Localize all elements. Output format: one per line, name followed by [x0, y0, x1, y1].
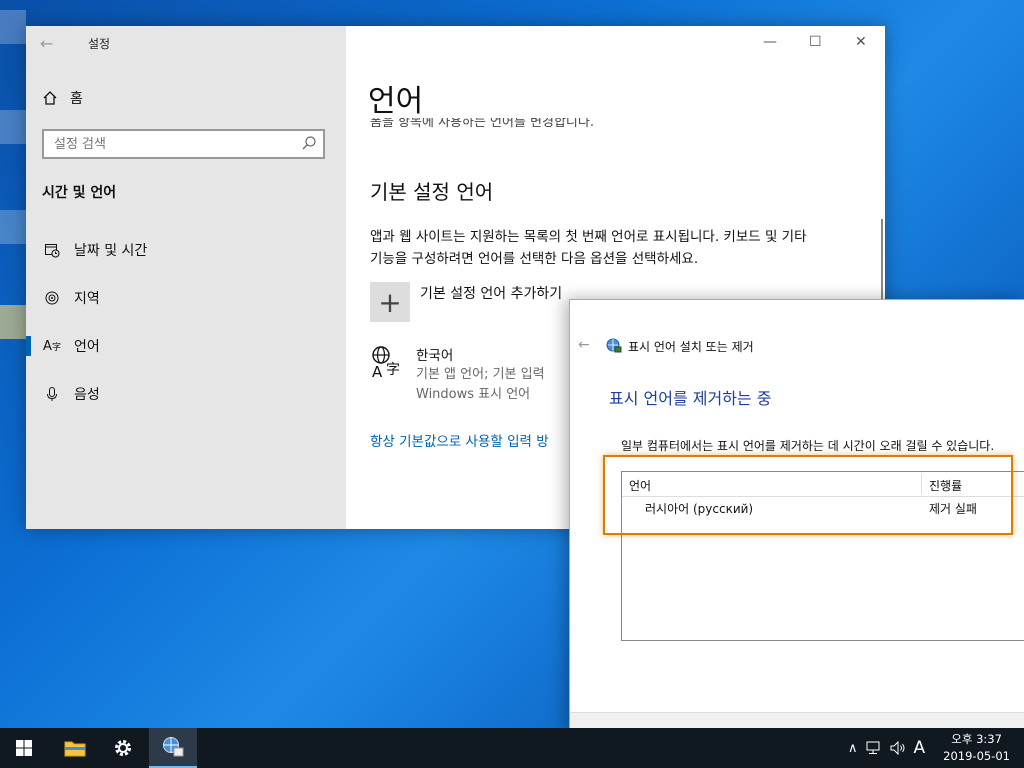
gear-icon [115, 740, 131, 756]
calendar-clock-icon [42, 240, 62, 260]
close-icon[interactable]: ✕ [855, 34, 867, 50]
system-tray: ∧ A [848, 728, 925, 768]
section-title: 시간 및 언어 [42, 185, 117, 201]
network-icon[interactable] [866, 741, 882, 755]
desktop-icon[interactable] [0, 305, 26, 339]
display-language-dialog: ← 표시 언어 설치 또는 제거 표시 언어를 제거하는 중 일부 컴퓨터에서는… [569, 299, 1024, 731]
sidebar-item-region[interactable]: 지역 [26, 278, 346, 318]
taskbar: ∧ A 오후 3:37 2019-05-01 [0, 728, 1024, 768]
settings-search[interactable] [42, 129, 325, 159]
search-icon[interactable] [301, 135, 317, 151]
language-item-icon: A字 [370, 344, 406, 381]
globe-computer-icon [606, 338, 622, 353]
sidebar-item-label: 지역 [74, 291, 100, 307]
clock-date: 2019-05-01 [943, 749, 1010, 763]
maximize-icon[interactable]: ☐ [809, 34, 822, 50]
scrollbar[interactable] [881, 219, 883, 304]
preferred-languages-description: 앱과 웹 사이트는 지원하는 목록의 첫 번째 언어로 표시됩니다. 키보드 및… [370, 229, 807, 267]
add-language-label[interactable]: 기본 설정 언어 추가하기 [420, 283, 562, 303]
clipped-description-text: 폼을 항목에 사용하는 언어를 변경합니다. [370, 118, 594, 128]
sidebar-item-label: 음성 [74, 387, 100, 403]
globe-computer-icon [163, 737, 184, 757]
svg-text:A: A [372, 363, 383, 380]
sidebar-item-speech[interactable]: 음성 [26, 374, 346, 414]
volume-icon[interactable] [890, 741, 906, 755]
sidebar-item-label: 언어 [74, 339, 100, 355]
window-title: 설정 [88, 37, 111, 51]
language-item-name[interactable]: 한국어 [416, 344, 453, 364]
windows-logo-icon [16, 740, 32, 756]
search-input[interactable] [44, 131, 294, 157]
desktop-icon[interactable] [0, 210, 26, 244]
dialog-title: 표시 언어 설치 또는 제거 [628, 340, 754, 354]
microphone-icon [42, 384, 62, 404]
clock-time: 오후 3:37 [951, 732, 1002, 746]
home-icon [43, 91, 57, 105]
svg-text:字: 字 [386, 362, 400, 378]
home-label: 홈 [70, 91, 83, 107]
sidebar-item-date-time[interactable]: 날짜 및 시간 [26, 230, 346, 270]
desktop-icon[interactable] [0, 110, 26, 144]
page-title: 언어 [368, 84, 424, 119]
folder-icon [64, 741, 86, 757]
globe-icon [42, 288, 62, 308]
input-indicator[interactable]: A [914, 738, 926, 758]
sidebar-item-label: 날짜 및 시간 [74, 243, 148, 259]
language-dialog-taskbar-button[interactable] [149, 728, 197, 768]
minimize-icon[interactable]: — [763, 34, 777, 50]
language-item-details: 기본 앱 언어; 기본 입력 [416, 367, 545, 382]
back-arrow-icon[interactable]: ← [40, 34, 53, 53]
clipped-description: 폼을 항목에 사용하는 언어를 변경합니다. [370, 118, 594, 128]
file-explorer-button[interactable] [51, 728, 99, 768]
add-language-button[interactable]: + [370, 282, 410, 322]
settings-taskbar-button[interactable] [99, 728, 147, 768]
default-input-method-link[interactable]: 항상 기본값으로 사용할 입력 방 [370, 430, 549, 450]
chevron-up-icon[interactable]: ∧ [848, 741, 858, 756]
back-arrow-icon[interactable]: ← [578, 337, 590, 353]
dialog-heading: 표시 언어를 제거하는 중 [609, 389, 772, 408]
start-button[interactable] [0, 728, 48, 768]
highlight-box [603, 455, 1013, 535]
clock[interactable]: 오후 3:37 2019-05-01 [943, 731, 1010, 765]
settings-sidebar: ← 설정 홈 시간 및 언어 날짜 및 시간 지역 A字 언어 [26, 26, 346, 529]
plus-icon: + [378, 285, 402, 319]
home-nav[interactable]: 홈 [42, 88, 83, 108]
language-item-display: Windows 표시 언어 [416, 387, 531, 402]
language-icon: A字 [43, 338, 61, 354]
desktop-icon[interactable] [0, 10, 26, 44]
sidebar-item-language[interactable]: A字 언어 [26, 326, 346, 366]
preferred-languages-heading: 기본 설정 언어 [370, 180, 494, 204]
dialog-note: 일부 컴퓨터에서는 표시 언어를 제거하는 데 시간이 오래 걸릴 수 있습니다… [621, 439, 995, 453]
